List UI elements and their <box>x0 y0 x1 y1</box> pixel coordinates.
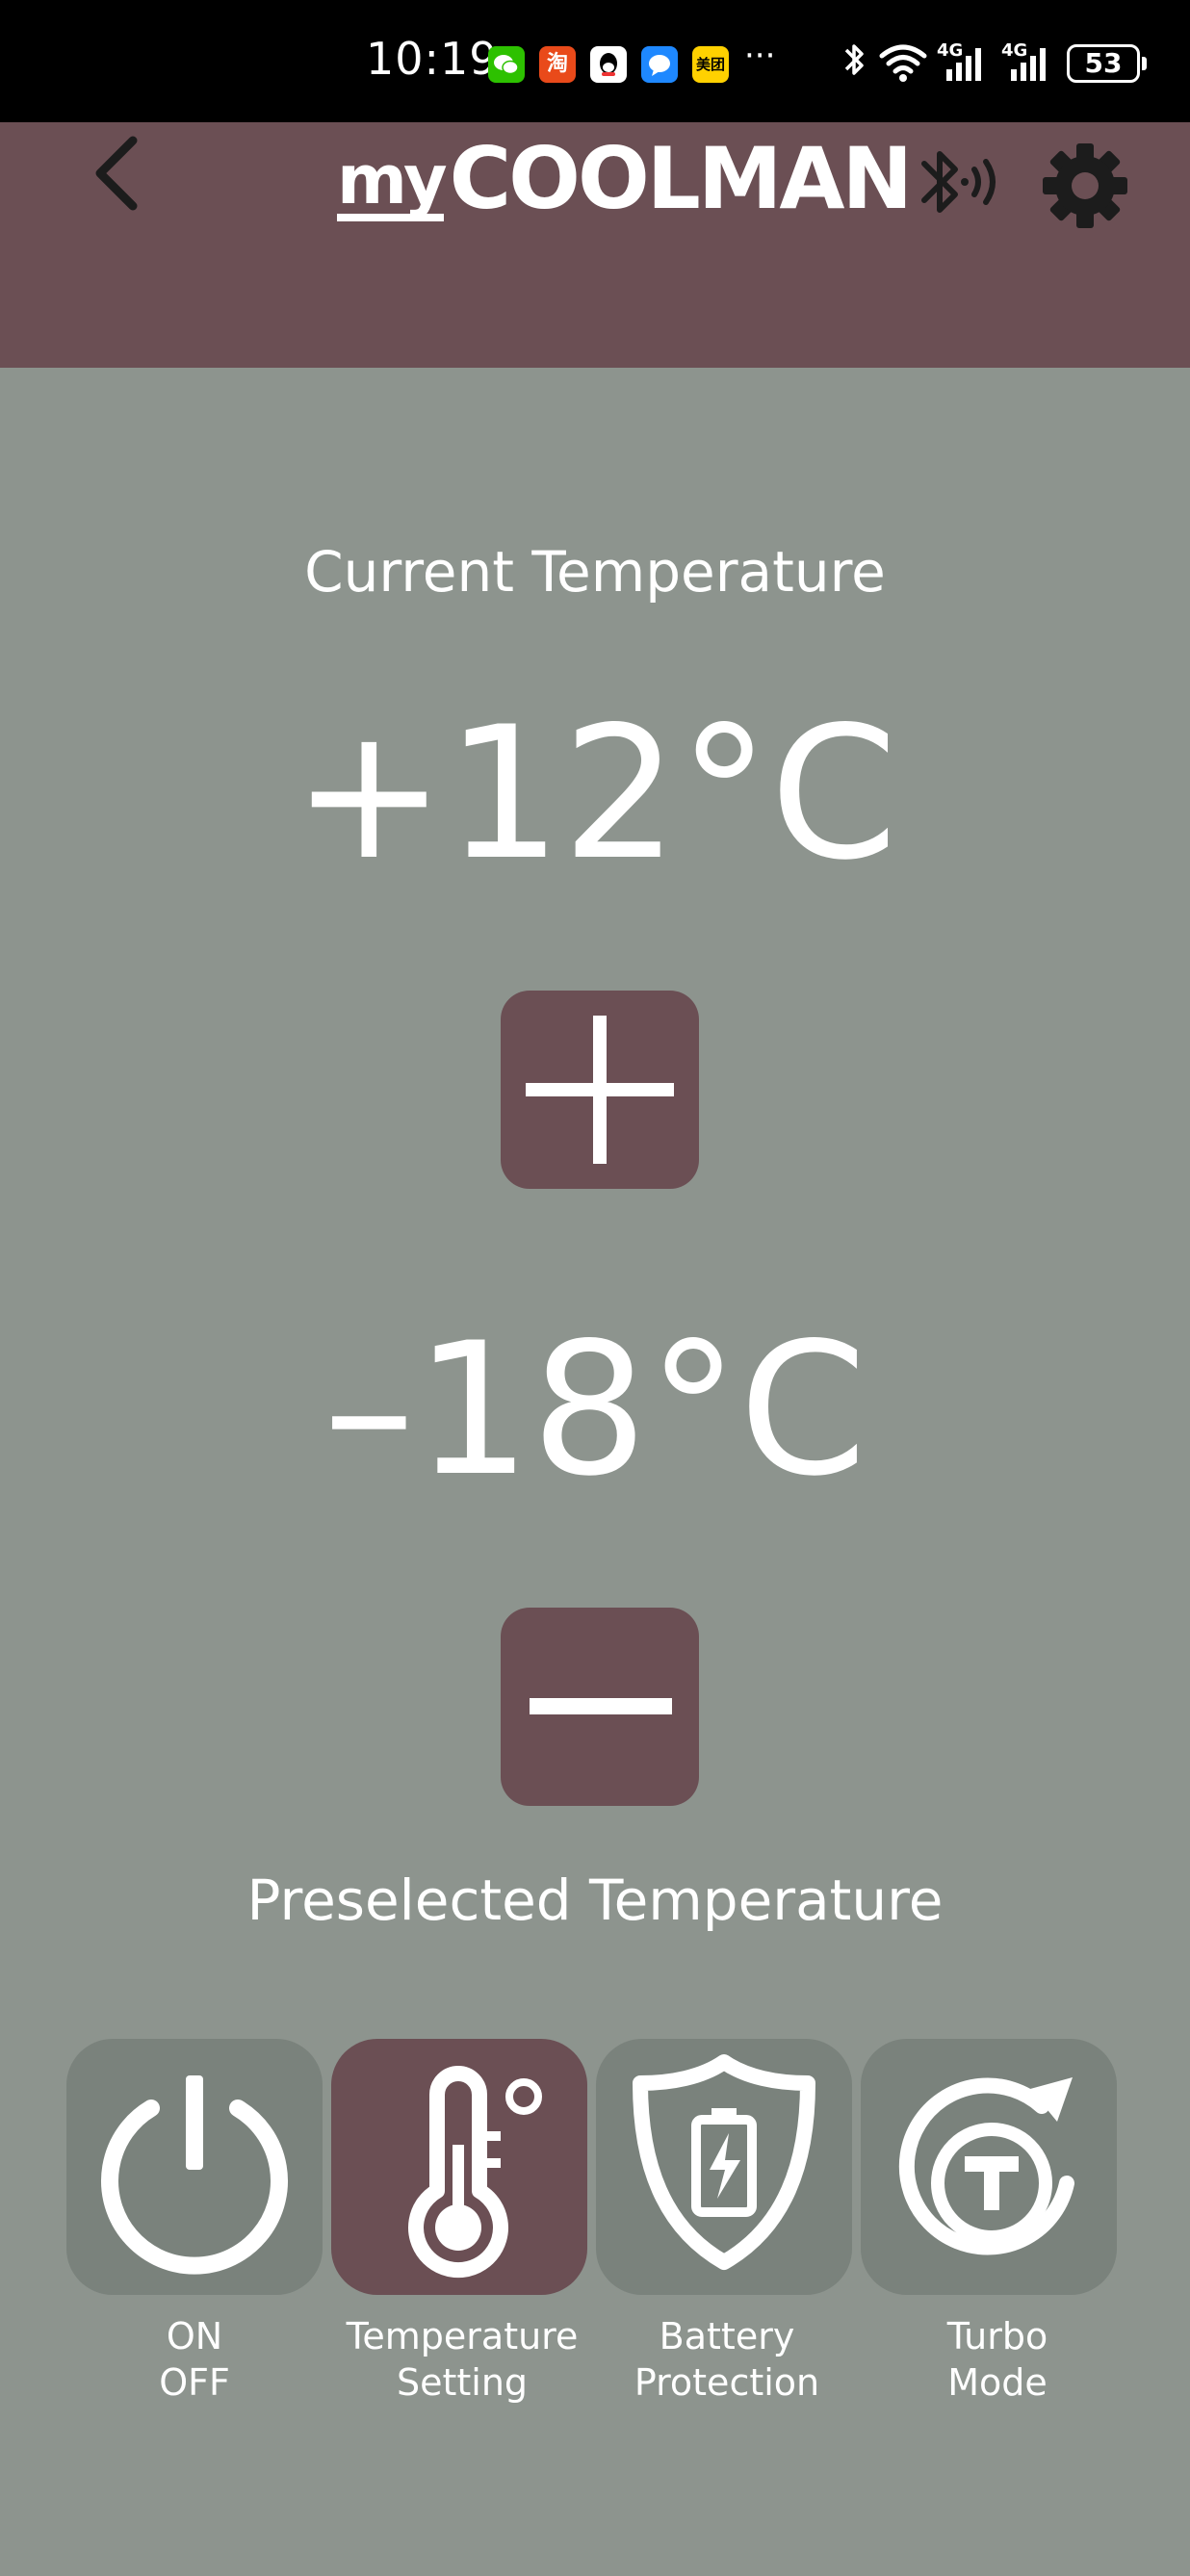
meituan-icon: 美团 <box>692 46 729 83</box>
power-toggle-label-line1: ON <box>166 2315 223 2357</box>
increase-temperature-button[interactable] <box>501 991 699 1189</box>
status-time: 10:19 <box>366 33 499 85</box>
turbo-mode-label: Turbo Mode <box>853 2313 1142 2406</box>
current-temperature-label: Current Temperature <box>304 539 886 605</box>
turbo-icon <box>898 2077 1074 2255</box>
power-toggle-button[interactable] <box>66 2039 323 2295</box>
preselected-temperature-value: –18°C <box>323 1303 867 1516</box>
signal-icon <box>946 48 981 81</box>
wifi-icon <box>879 44 927 82</box>
back-button[interactable] <box>87 135 144 212</box>
turbo-mode-label-line2: Mode <box>947 2361 1048 2404</box>
bluetooth-status-icon <box>844 44 864 75</box>
battery-protection-label: Battery Protection <box>582 2313 871 2406</box>
turbo-mode-button[interactable] <box>861 2039 1117 2295</box>
bluetooth-icon[interactable] <box>915 142 1011 221</box>
battery-shield-icon <box>633 2054 815 2270</box>
signal-icon-2 <box>1011 48 1046 81</box>
gear-icon[interactable] <box>1040 141 1130 231</box>
battery-indicator: 53 <box>1067 44 1147 83</box>
minus-icon <box>530 1698 672 1714</box>
thermometer-icon <box>408 2066 542 2279</box>
temperature-setting-label-line1: Temperature <box>346 2315 579 2357</box>
temperature-setting-button[interactable] <box>331 2039 587 2295</box>
power-toggle-label: ON OFF <box>50 2313 339 2406</box>
temperature-setting-label-line2: Setting <box>396 2361 529 2404</box>
current-temperature-value: +12°C <box>292 687 898 900</box>
brand-logo: my COOLMAN <box>337 135 913 221</box>
decrease-temperature-button[interactable] <box>501 1608 699 1806</box>
turbo-mode-label-line1: Turbo <box>946 2315 1048 2357</box>
brand-logo-my: my <box>337 141 448 221</box>
battery-protection-button[interactable] <box>596 2039 852 2295</box>
power-toggle-label-line2: OFF <box>159 2361 230 2404</box>
battery-protection-label-line1: Battery <box>659 2315 795 2357</box>
more-notifications-icon: ··· <box>744 37 776 75</box>
status-bar: 10:19 淘 美团 ··· 4G 4G 53 <box>0 0 1190 122</box>
message-icon <box>641 46 678 83</box>
temperature-setting-label: Temperature Setting <box>318 2313 607 2406</box>
taobao-icon: 淘 <box>539 46 576 83</box>
qq-icon <box>590 46 627 83</box>
battery-protection-label-line2: Protection <box>634 2361 820 2404</box>
preselected-temperature-label: Preselected Temperature <box>246 1868 944 1933</box>
plus-icon <box>526 1016 674 1164</box>
brand-logo-name: COOLMAN <box>449 129 914 228</box>
wechat-icon <box>488 46 525 83</box>
power-icon <box>101 2075 288 2275</box>
